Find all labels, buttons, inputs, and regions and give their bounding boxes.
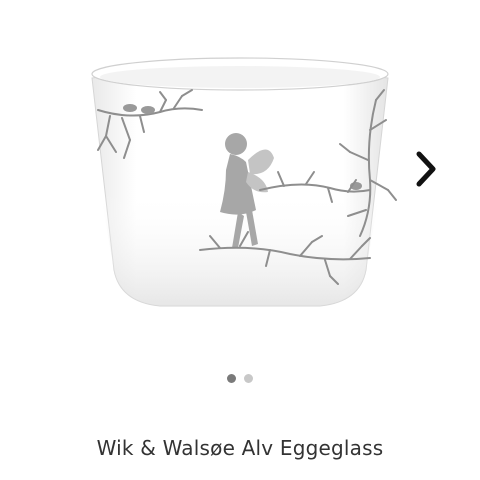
carousel-pagination [0, 374, 480, 386]
carousel-dot-2[interactable] [244, 374, 253, 383]
next-image-button[interactable] [404, 142, 448, 196]
product-image [91, 57, 397, 307]
carousel-dot-1[interactable] [227, 374, 236, 383]
product-title: Wik & Walsøe Alv Eggeglass [96, 436, 384, 460]
product-image-carousel[interactable] [0, 0, 480, 360]
chevron-right-icon [416, 151, 436, 187]
